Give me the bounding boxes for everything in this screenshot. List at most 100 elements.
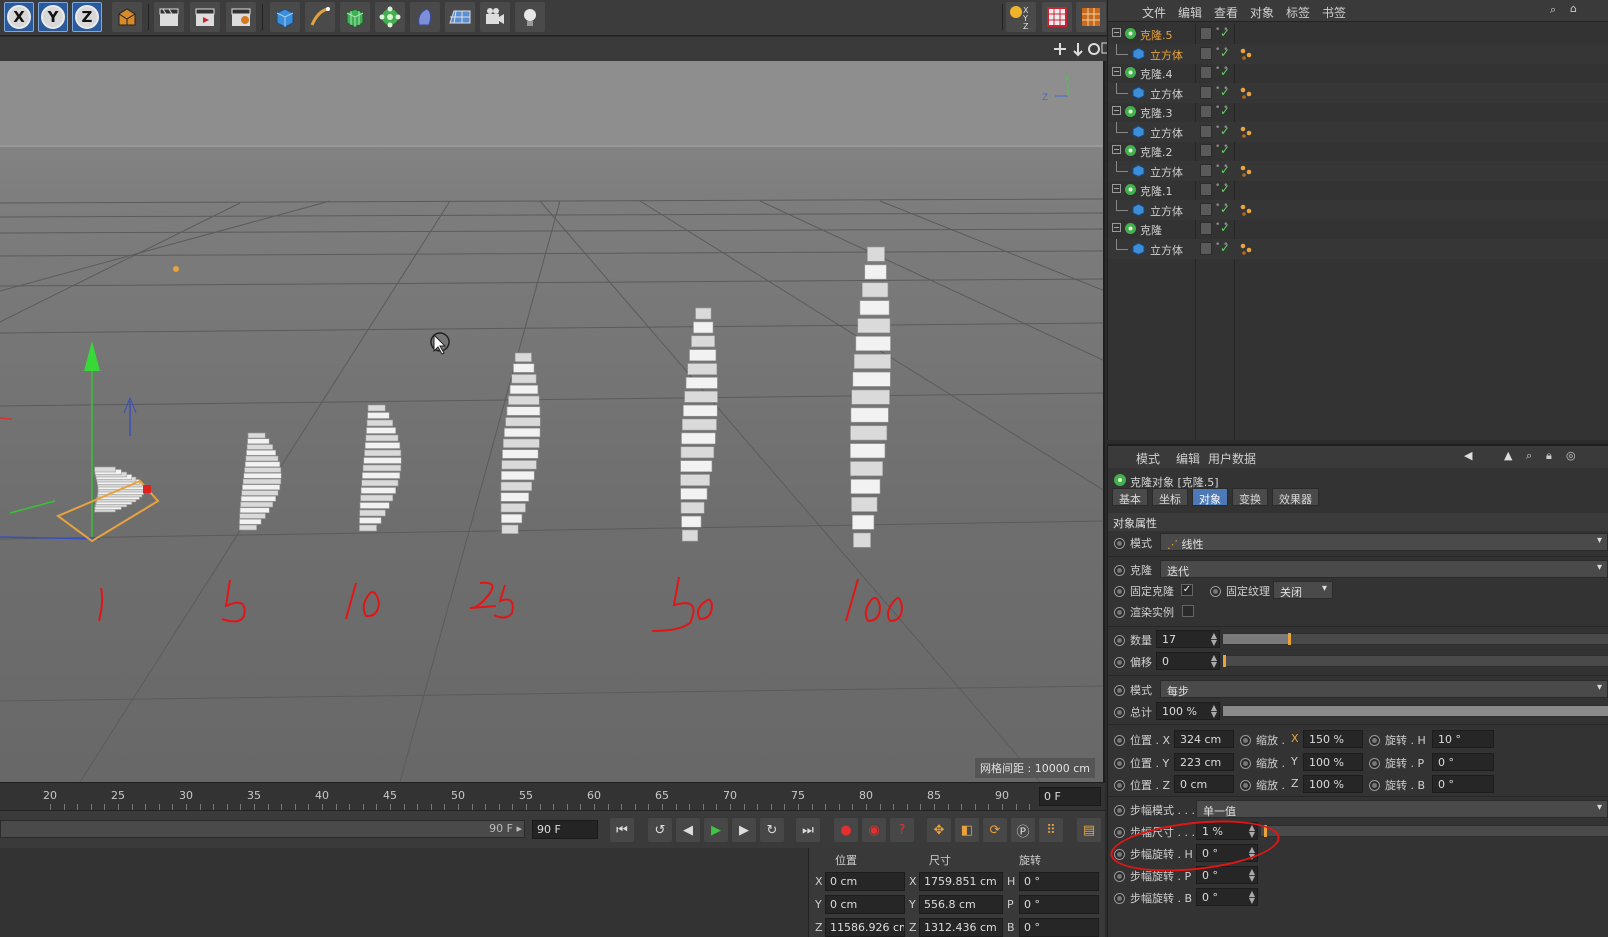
layer-swatch[interactable]: [1200, 66, 1212, 79]
pos-z-field[interactable]: 11586.926 cm: [825, 918, 905, 937]
layer-swatch[interactable]: [1200, 105, 1212, 118]
position-field[interactable]: 0 cm: [1174, 775, 1234, 793]
tab-basic[interactable]: 基本: [1112, 488, 1148, 506]
object-name[interactable]: 克隆: [1140, 222, 1162, 238]
object-row-cube[interactable]: 立方体 • • ✓: [1108, 121, 1608, 142]
anim-radio[interactable]: [1114, 707, 1125, 718]
current-frame-field[interactable]: 0 F: [1039, 787, 1101, 806]
scale-field[interactable]: 150 %: [1303, 730, 1363, 748]
anim-radio[interactable]: [1114, 635, 1125, 646]
next-key-button[interactable]: ↻: [760, 818, 784, 842]
key-pla-button[interactable]: ⠿: [1039, 818, 1063, 842]
pos-y-field[interactable]: 0 cm: [825, 895, 905, 914]
count-field[interactable]: 17 ▲ ▼: [1156, 630, 1220, 648]
anim-radio[interactable]: [1114, 893, 1125, 904]
step-rot-b-field[interactable]: 0 ° ▲ ▼: [1196, 888, 1258, 906]
anim-radio[interactable]: [1369, 757, 1380, 769]
rot-b-field[interactable]: 0 °: [1019, 918, 1099, 937]
fix-clone-checkbox[interactable]: ✓: [1181, 584, 1193, 596]
phong-tag-icon[interactable]: [1240, 165, 1252, 177]
fix-texture-dropdown[interactable]: 关闭 ▾: [1273, 581, 1333, 599]
floor-button[interactable]: [445, 2, 475, 32]
clone-staircase[interactable]: [680, 307, 718, 542]
anim-radio[interactable]: [1114, 538, 1125, 549]
step-mode-dropdown[interactable]: 单一值 ▾: [1196, 800, 1608, 818]
render-view-button[interactable]: [154, 2, 184, 32]
anim-radio[interactable]: [1114, 586, 1125, 597]
anim-radio[interactable]: [1114, 735, 1125, 746]
timeline-window-button[interactable]: ▤: [1077, 818, 1101, 842]
object-name[interactable]: 克隆.1: [1140, 183, 1173, 199]
anim-radio[interactable]: [1240, 780, 1251, 791]
object-row-cube[interactable]: 立方体 • • ✓: [1108, 199, 1608, 220]
object-name[interactable]: 立方体: [1150, 125, 1183, 141]
tab-object[interactable]: 对象: [1192, 488, 1228, 506]
enabled-check-icon[interactable]: ✓: [1220, 241, 1230, 255]
x-axis-lock-button[interactable]: X: [4, 2, 34, 32]
anim-radio[interactable]: [1369, 780, 1380, 791]
layer-swatch[interactable]: [1200, 163, 1212, 177]
size-x-field[interactable]: 1759.851 cm: [919, 872, 1003, 891]
offset-slider-knob[interactable]: [1223, 655, 1226, 667]
size-y-field[interactable]: 556.8 cm: [919, 895, 1003, 914]
phong-tag-icon[interactable]: [1240, 243, 1252, 255]
camera-button[interactable]: [480, 2, 510, 32]
previous-frame-button[interactable]: ◀: [676, 818, 700, 842]
rotation-field[interactable]: 0 °: [1432, 775, 1494, 793]
layer-swatch[interactable]: [1200, 27, 1212, 40]
deformer-button[interactable]: [410, 2, 440, 32]
axis-handle[interactable]: [143, 485, 151, 493]
play-button[interactable]: ▶: [704, 818, 728, 842]
enabled-check-icon[interactable]: ✓: [1220, 26, 1230, 40]
cube-object-button[interactable]: [270, 2, 300, 32]
menu-tags[interactable]: 标签: [1286, 4, 1310, 21]
z-axis-lock-button[interactable]: Z: [72, 2, 102, 32]
search-icon[interactable]: ⌕: [1550, 3, 1556, 17]
clone-staircase[interactable]: [500, 352, 541, 534]
texture-mode-button[interactable]: [1042, 2, 1072, 32]
object-name[interactable]: 立方体: [1150, 203, 1183, 219]
object-row-cloner[interactable]: − 克隆 • • ✓: [1108, 219, 1608, 239]
scale-field[interactable]: 100 %: [1303, 775, 1363, 793]
object-row-cube[interactable]: 立方体 • • ✓: [1108, 238, 1608, 259]
menu-user-data[interactable]: 用户数据: [1208, 450, 1256, 467]
anim-radio[interactable]: [1114, 827, 1125, 838]
anim-radio[interactable]: [1114, 871, 1125, 882]
anim-radio[interactable]: [1114, 757, 1125, 769]
clones-dropdown[interactable]: 迭代 ▾: [1160, 560, 1608, 578]
object-name[interactable]: 克隆.3: [1140, 105, 1173, 121]
object-name[interactable]: 克隆.4: [1140, 66, 1173, 82]
menu-bookmarks[interactable]: 书签: [1322, 4, 1346, 21]
object-name[interactable]: 克隆.5: [1140, 27, 1173, 43]
count-slider[interactable]: [1222, 633, 1608, 645]
record-keys-button[interactable]: ●: [834, 818, 858, 842]
anim-radio[interactable]: [1210, 586, 1221, 597]
coordinate-system-button[interactable]: [112, 2, 142, 32]
key-position-button[interactable]: ✥: [927, 818, 951, 842]
clone-staircase[interactable]: [359, 404, 402, 532]
spline-pen-button[interactable]: [305, 2, 335, 32]
key-rotation-button[interactable]: ⟳: [983, 818, 1007, 842]
anim-radio[interactable]: [1114, 805, 1125, 816]
collapse-icon[interactable]: −: [1112, 223, 1121, 232]
anim-radio[interactable]: [1114, 780, 1125, 791]
collapse-icon[interactable]: −: [1112, 28, 1121, 37]
anim-radio[interactable]: [1369, 735, 1380, 746]
y-axis-lock-button[interactable]: Y: [38, 2, 68, 32]
amount-slider[interactable]: [1222, 705, 1608, 717]
rotation-field[interactable]: 10 °: [1432, 730, 1494, 748]
object-row-cloner[interactable]: − 克隆.1 • • ✓: [1108, 180, 1608, 200]
step-size-slider[interactable]: [1260, 825, 1608, 837]
cloner-button[interactable]: [375, 2, 405, 32]
object-name[interactable]: 立方体: [1150, 242, 1183, 258]
enabled-check-icon[interactable]: ✓: [1220, 143, 1230, 157]
collapse-icon[interactable]: −: [1112, 67, 1121, 76]
layer-swatch[interactable]: [1200, 202, 1212, 216]
rot-h-field[interactable]: 0 °: [1019, 872, 1099, 891]
key-scale-button[interactable]: ◧: [955, 818, 979, 842]
object-name[interactable]: 立方体: [1150, 86, 1183, 102]
collapse-icon[interactable]: −: [1112, 184, 1121, 193]
phong-tag-icon[interactable]: [1240, 87, 1252, 99]
tab-effectors[interactable]: 效果器: [1272, 488, 1319, 506]
object-row-cloner[interactable]: − 克隆.5 • • ✓: [1108, 24, 1608, 44]
